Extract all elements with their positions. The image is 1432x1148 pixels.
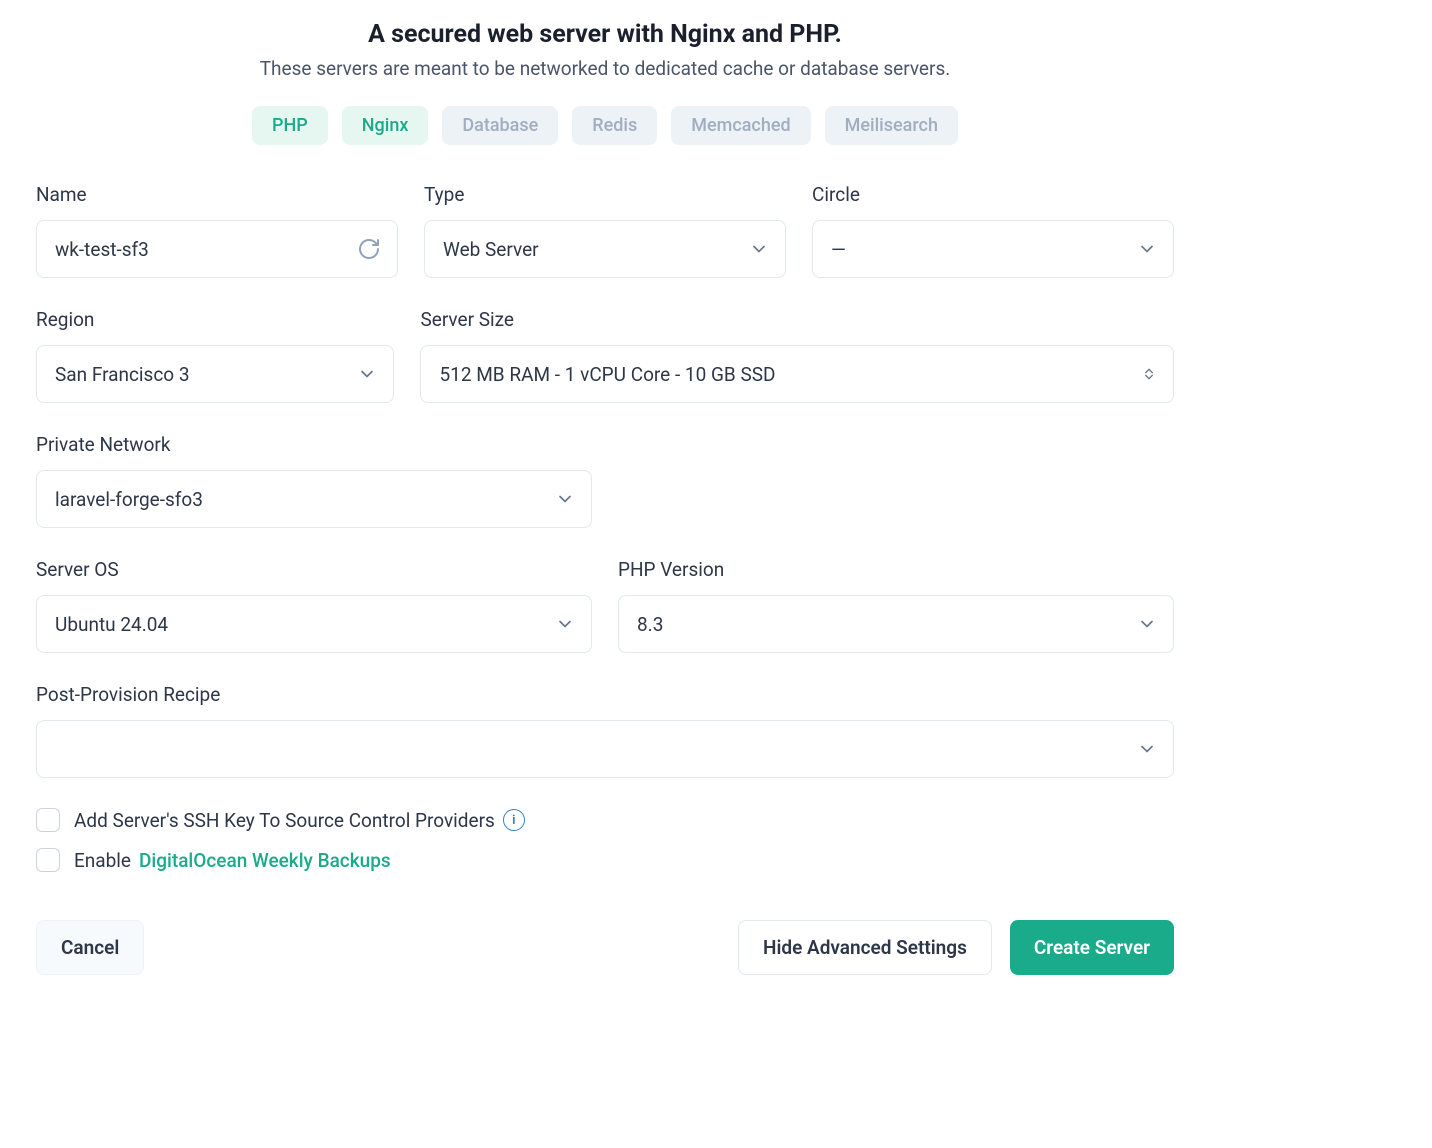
backups-link[interactable]: DigitalOcean Weekly Backups: [139, 849, 391, 872]
circle-value: —: [831, 238, 1155, 261]
server-os-value: Ubuntu 24.04: [55, 613, 573, 636]
server-size-value: 512 MB RAM - 1 vCPU Core - 10 GB SSD: [439, 363, 1155, 386]
name-input-wrap[interactable]: [36, 220, 398, 278]
ssh-key-text: Add Server's SSH Key To Source Control P…: [74, 809, 495, 832]
chevron-down-icon: [555, 614, 575, 634]
circle-label: Circle: [812, 183, 1174, 206]
chevron-down-icon: [357, 364, 377, 384]
updown-icon: [1141, 366, 1157, 382]
tag-nginx: Nginx: [342, 106, 429, 145]
info-icon[interactable]: i: [503, 809, 525, 831]
ssh-key-label: Add Server's SSH Key To Source Control P…: [74, 809, 525, 832]
chevron-down-icon: [1137, 239, 1157, 259]
header: A secured web server with Nginx and PHP.…: [36, 20, 1174, 80]
tag-redis: Redis: [572, 106, 657, 145]
server-size-label: Server Size: [420, 308, 1174, 331]
chevron-down-icon: [555, 489, 575, 509]
ssh-key-checkbox[interactable]: [36, 808, 60, 832]
tag-database: Database: [442, 106, 558, 145]
backups-checkbox[interactable]: [36, 848, 60, 872]
footer: Cancel Hide Advanced Settings Create Ser…: [36, 920, 1174, 975]
tag-php: PHP: [252, 106, 328, 145]
server-size-select[interactable]: 512 MB RAM - 1 vCPU Core - 10 GB SSD: [420, 345, 1174, 403]
type-label: Type: [424, 183, 786, 206]
page-subtitle: These servers are meant to be networked …: [36, 57, 1174, 80]
php-version-value: 8.3: [637, 613, 1155, 636]
name-input[interactable]: [55, 238, 379, 261]
tag-memcached: Memcached: [671, 106, 810, 145]
backups-option: Enable DigitalOcean Weekly Backups: [36, 848, 1174, 872]
php-version-label: PHP Version: [618, 558, 1174, 581]
php-version-select[interactable]: 8.3: [618, 595, 1174, 653]
refresh-icon: [357, 237, 381, 261]
backups-label: Enable DigitalOcean Weekly Backups: [74, 849, 391, 872]
chevron-down-icon: [1137, 614, 1157, 634]
hide-advanced-button[interactable]: Hide Advanced Settings: [738, 920, 992, 975]
create-server-button[interactable]: Create Server: [1010, 920, 1174, 975]
chevron-down-icon: [1137, 739, 1157, 759]
page-title: A secured web server with Nginx and PHP.: [36, 20, 1174, 49]
region-label: Region: [36, 308, 394, 331]
backups-prefix: Enable: [74, 849, 131, 872]
server-os-label: Server OS: [36, 558, 592, 581]
region-select[interactable]: San Francisco 3: [36, 345, 394, 403]
type-value: Web Server: [443, 238, 767, 261]
name-label: Name: [36, 183, 398, 206]
cancel-button[interactable]: Cancel: [36, 920, 144, 975]
server-os-select[interactable]: Ubuntu 24.04: [36, 595, 592, 653]
refresh-name-button[interactable]: [357, 237, 381, 261]
ssh-key-option: Add Server's SSH Key To Source Control P…: [36, 808, 1174, 832]
feature-tags: PHP Nginx Database Redis Memcached Meili…: [36, 106, 1174, 145]
region-value: San Francisco 3: [55, 363, 375, 386]
post-provision-select[interactable]: [36, 720, 1174, 778]
tag-meilisearch: Meilisearch: [825, 106, 958, 145]
post-provision-label: Post-Provision Recipe: [36, 683, 1174, 706]
private-network-label: Private Network: [36, 433, 592, 456]
chevron-down-icon: [749, 239, 769, 259]
circle-select[interactable]: —: [812, 220, 1174, 278]
private-network-select[interactable]: laravel-forge-sfo3: [36, 470, 592, 528]
type-select[interactable]: Web Server: [424, 220, 786, 278]
private-network-value: laravel-forge-sfo3: [55, 488, 573, 511]
